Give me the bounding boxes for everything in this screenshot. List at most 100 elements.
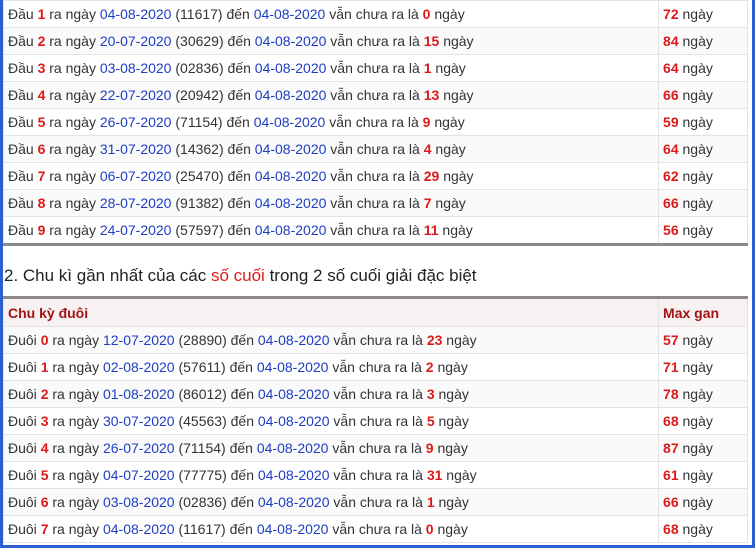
max-gan-cell: 56 ngày	[658, 216, 748, 245]
table-row: Đầu 2 ra ngày 20-07-2020 (30629) đến 04-…	[2, 27, 748, 55]
ra-ngay-label: ra ngày	[49, 33, 96, 49]
from-date: 24-07-2020	[99, 222, 172, 238]
row-prefix: Đầu	[8, 168, 34, 184]
days-count: 9	[422, 114, 431, 130]
from-date: 01-08-2020	[102, 386, 175, 402]
row-digit: 2	[37, 33, 46, 49]
ngay-label: ngày	[443, 33, 474, 49]
cycle-cell: Đầu 6 ra ngày 31-07-2020 (14362) đến 04-…	[2, 135, 660, 163]
ngay-label: ngày	[682, 195, 713, 211]
from-date: 04-08-2020	[102, 521, 175, 537]
header-max-gan: Max gan	[658, 297, 748, 327]
prize-code: (11617)	[175, 6, 223, 22]
table-header-row: Chu kỳ đuôi Max gan	[2, 297, 748, 327]
to-date: 04-08-2020	[254, 195, 327, 211]
days-count: 9	[425, 440, 434, 456]
max-gan-value: 87	[663, 440, 679, 456]
from-date: 26-07-2020	[102, 440, 175, 456]
from-date: 26-07-2020	[99, 114, 172, 130]
max-gan-value: 62	[663, 168, 679, 184]
den-label: đến	[229, 359, 253, 375]
row-digit: 9	[37, 222, 46, 238]
row-prefix: Đuôi	[8, 494, 37, 510]
to-date: 04-08-2020	[256, 440, 329, 456]
ra-ngay-label: ra ngày	[52, 413, 100, 429]
table-row: Đầu 4 ra ngày 22-07-2020 (20942) đến 04-…	[2, 81, 748, 109]
max-gan-cell: 66 ngày	[658, 81, 748, 109]
row-prefix: Đuôi	[8, 332, 37, 348]
days-count: 13	[423, 87, 440, 103]
van-chua-label: vẫn chưa ra là	[329, 6, 419, 22]
max-gan-cell: 61 ngày	[658, 461, 748, 489]
prize-code: (11617)	[178, 521, 226, 537]
max-gan-cell: 59 ngày	[658, 108, 748, 136]
row-prefix: Đuôi	[8, 359, 37, 375]
row-prefix: Đầu	[8, 141, 34, 157]
table-row: Đuôi 2 ra ngày 01-08-2020 (86012) đến 04…	[2, 380, 748, 408]
max-gan-cell: 72 ngày	[658, 0, 748, 28]
ra-ngay-label: ra ngày	[49, 195, 96, 211]
den-label: đến	[226, 6, 250, 22]
row-prefix: Đuôi	[8, 413, 37, 429]
row-prefix: Đầu	[8, 114, 34, 130]
prize-code: (71154)	[175, 114, 223, 130]
table-row: Đầu 7 ra ngày 06-07-2020 (25470) đến 04-…	[2, 162, 748, 190]
van-chua-label: vẫn chưa ra là	[333, 413, 423, 429]
max-gan-cell: 66 ngày	[658, 189, 748, 217]
ngay-label: ngày	[682, 6, 713, 22]
row-prefix: Đuôi	[8, 521, 37, 537]
from-date: 22-07-2020	[99, 87, 172, 103]
ngay-label: ngày	[682, 60, 713, 76]
max-gan-value: 64	[663, 60, 679, 76]
from-date: 30-07-2020	[102, 413, 175, 429]
van-chua-label: vẫn chưa ra là	[330, 195, 420, 211]
from-date: 20-07-2020	[99, 33, 172, 49]
row-digit: 5	[37, 114, 46, 130]
den-label: đến	[230, 332, 254, 348]
cycle-cell: Đuôi 0 ra ngày 12-07-2020 (28890) đến 04…	[2, 326, 660, 354]
ra-ngay-label: ra ngày	[49, 141, 96, 157]
max-gan-value: 66	[663, 195, 679, 211]
max-gan-cell: 84 ngày	[658, 27, 748, 55]
days-count: 23	[426, 332, 443, 348]
from-date: 03-08-2020	[99, 60, 172, 76]
ra-ngay-label: ra ngày	[52, 440, 100, 456]
max-gan-cell: 64 ngày	[658, 135, 748, 163]
cycle-cell: Đầu 7 ra ngày 06-07-2020 (25470) đến 04-…	[2, 162, 660, 190]
max-gan-cell: 71 ngày	[658, 353, 748, 381]
max-gan-cell: 78 ngày	[658, 380, 748, 408]
days-count: 2	[425, 359, 434, 375]
days-count: 4	[423, 141, 432, 157]
prize-code: (57597)	[175, 222, 224, 238]
cycle-cell: Đuôi 1 ra ngày 02-08-2020 (57611) đến 04…	[2, 353, 660, 381]
cycle-cell: Đầu 9 ra ngày 24-07-2020 (57597) đến 04-…	[2, 216, 660, 245]
max-gan-cell: 62 ngày	[658, 162, 748, 190]
ngay-label: ngày	[682, 521, 713, 537]
ra-ngay-label: ra ngày	[49, 168, 96, 184]
van-chua-label: vẫn chưa ra là	[332, 359, 422, 375]
cycle-cell: Đuôi 3 ra ngày 30-07-2020 (45563) đến 04…	[2, 407, 660, 435]
row-prefix: Đuôi	[8, 386, 37, 402]
den-label: đến	[227, 87, 251, 103]
van-chua-label: vẫn chưa ra là	[330, 222, 420, 238]
den-label: đến	[227, 33, 251, 49]
ngay-label: ngày	[682, 359, 713, 375]
from-date: 02-08-2020	[102, 359, 175, 375]
to-date: 04-08-2020	[254, 60, 327, 76]
row-digit: 1	[37, 6, 46, 22]
max-gan-cell: 57 ngày	[658, 326, 748, 354]
prize-code: (45563)	[178, 413, 227, 429]
ngay-label: ngày	[682, 222, 713, 238]
prize-code: (77775)	[178, 467, 227, 483]
prize-code: (30629)	[175, 33, 224, 49]
table-row: Đuôi 3 ra ngày 30-07-2020 (45563) đến 04…	[2, 407, 748, 435]
ra-ngay-label: ra ngày	[49, 6, 96, 22]
to-date: 04-08-2020	[253, 114, 326, 130]
table-row: Đuôi 1 ra ngày 02-08-2020 (57611) đến 04…	[2, 353, 748, 381]
to-date: 04-08-2020	[254, 141, 327, 157]
cycle-cell: Đầu 2 ra ngày 20-07-2020 (30629) đến 04-…	[2, 27, 660, 55]
from-date: 12-07-2020	[102, 332, 175, 348]
from-date: 28-07-2020	[99, 195, 172, 211]
table-row: Đuôi 4 ra ngày 26-07-2020 (71154) đến 04…	[2, 434, 748, 462]
max-gan-value: 68	[663, 413, 679, 429]
